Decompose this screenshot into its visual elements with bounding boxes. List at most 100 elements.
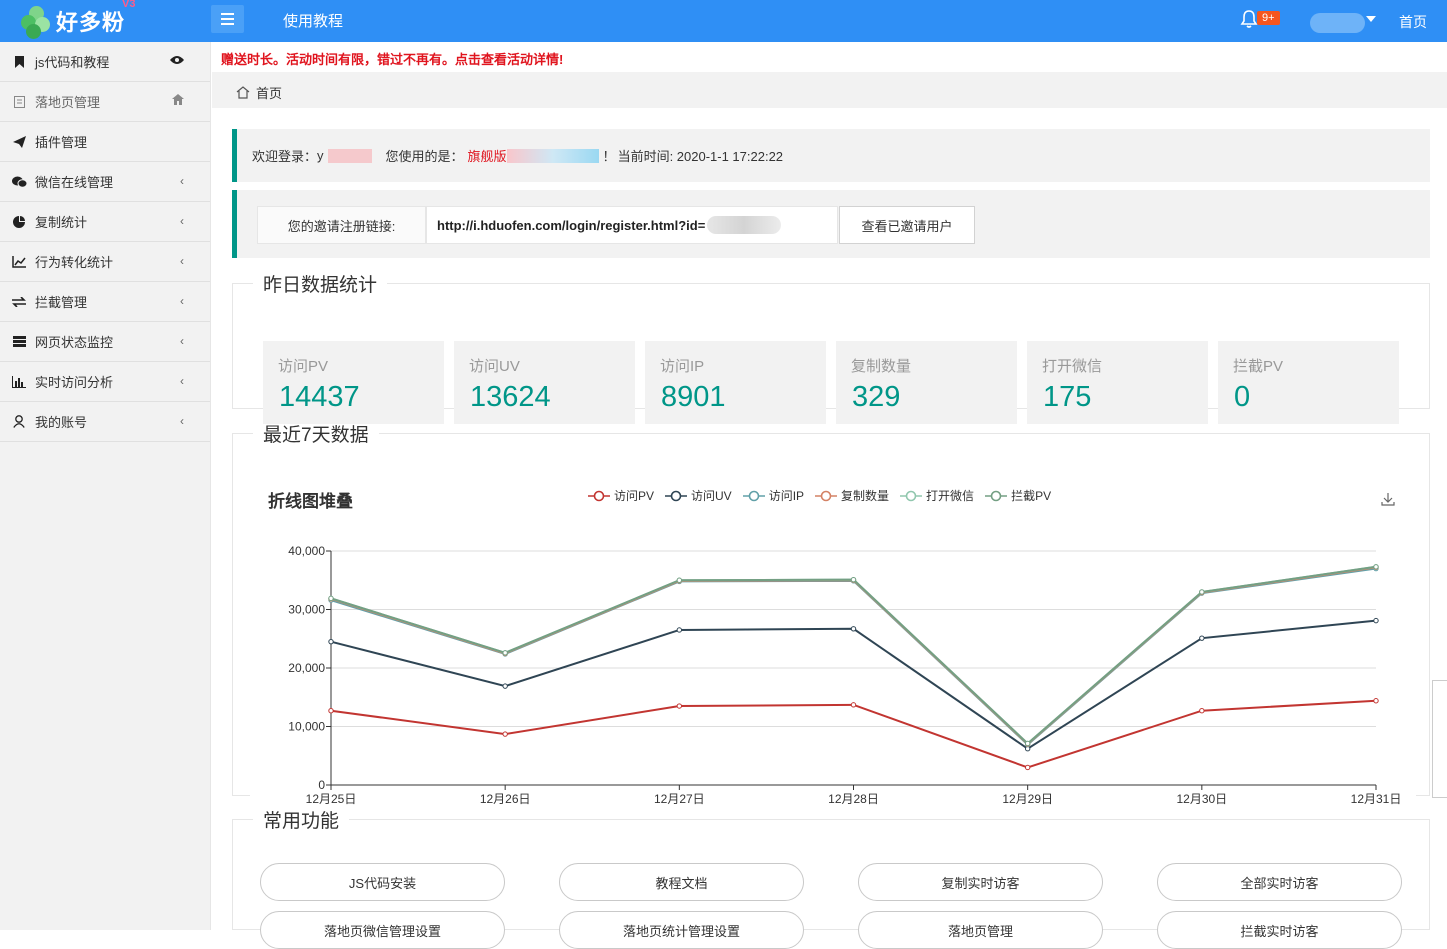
y-tick-label: 30,000 (288, 603, 325, 617)
legend-item[interactable]: 拦截PV (985, 487, 1051, 504)
data-point (676, 577, 683, 583)
stat-card-copies: 复制数量 329 (836, 341, 1017, 424)
stat-label: 访问IP (660, 358, 705, 375)
legend-label: 访问UV (691, 489, 732, 503)
legend-line-marker (665, 490, 688, 501)
legend-item[interactable]: 复制数量 (815, 487, 889, 504)
legend-line-marker (742, 490, 765, 501)
stat-value: 329 (852, 381, 901, 413)
promo-notice-link[interactable]: 赠送时长。活动时间有限，错过不再有。点击查看活动详情! (221, 49, 563, 68)
sidebar-item-landing-page[interactable]: 落地页管理 (0, 82, 210, 122)
legend-label: 访问PV (614, 489, 655, 503)
chevron-left-icon[interactable]: ‹ (180, 254, 184, 268)
data-point (850, 577, 857, 583)
data-point (1199, 589, 1205, 595)
y-tick-label: 40,000 (288, 544, 325, 558)
bell-icon[interactable] (1240, 9, 1258, 29)
sidebar-item-account[interactable]: 我的账号 ‹ (0, 402, 210, 442)
breadcrumb-bar (212, 72, 1447, 108)
chevron-left-icon[interactable]: ‹ (180, 334, 184, 348)
caret-down-icon[interactable] (1366, 16, 1376, 22)
x-tick-label: 12月28日 (828, 792, 879, 806)
intercept-realtime-visitors-button[interactable]: 拦截实时访客 (1157, 911, 1402, 949)
sidebar-item-realtime[interactable]: 实时访问分析 ‹ (0, 362, 210, 402)
stat-value: 175 (1043, 381, 1092, 413)
view-invited-users-button[interactable]: 查看已邀请用户 (839, 206, 975, 244)
data-point (328, 595, 334, 602)
data-point (850, 578, 857, 584)
x-tick-label: 12月30日 (1176, 792, 1227, 806)
chevron-left-icon[interactable]: ‹ (180, 374, 184, 388)
landing-page-manage-button[interactable]: 落地页管理 (858, 911, 1103, 949)
sidebar-item-wechat[interactable]: 微信在线管理 ‹ (0, 162, 210, 202)
data-point (1373, 698, 1379, 704)
js-code-install-button[interactable]: JS代码安装 (260, 863, 505, 901)
top-bar: 好多粉 V3 使用教程 9+ 首页 (0, 0, 1447, 42)
data-point (1024, 764, 1031, 771)
invite-link-field[interactable]: http://i.hduofen.com/login/register.html… (426, 206, 838, 244)
data-point (676, 578, 683, 584)
sidebar-item-label: 微信在线管理 (35, 175, 114, 190)
data-point (1373, 565, 1379, 572)
series-line-5 (330, 565, 1377, 745)
sidebar-item-conversion[interactable]: 行为转化统计 ‹ (0, 242, 210, 282)
stat-label: 访问UV (469, 358, 520, 375)
y-tick-label: 20,000 (288, 661, 325, 675)
chevron-left-icon[interactable]: ‹ (180, 414, 184, 428)
x-tick-label: 12月26日 (480, 792, 531, 806)
series-line-1 (330, 699, 1377, 769)
download-icon[interactable] (1381, 492, 1395, 506)
landing-wechat-settings-button[interactable]: 落地页微信管理设置 (260, 911, 505, 949)
sidebar-item-plugins[interactable]: 插件管理 (0, 122, 210, 162)
legend-item[interactable]: 访问IP (742, 487, 804, 504)
legend-item[interactable]: 打开微信 (900, 487, 974, 504)
floating-side-widget[interactable] (1432, 680, 1447, 798)
sidebar-item-label: 复制统计 (35, 215, 88, 230)
sidebar-item-label: 拦截管理 (35, 295, 88, 310)
home-link[interactable]: 首页 (1399, 12, 1427, 32)
sidebar-item-label: 落地页管理 (35, 95, 101, 110)
legend-label: 复制数量 (841, 489, 890, 503)
data-point (1199, 708, 1205, 714)
data-point (676, 627, 683, 633)
tutorial-docs-button[interactable]: 教程文档 (559, 863, 804, 901)
sidebar-item-monitor[interactable]: 网页状态监控 ‹ (0, 322, 210, 362)
data-point (850, 576, 857, 583)
chevron-left-icon[interactable]: ‹ (180, 294, 184, 308)
legend-item[interactable]: 访问PV (588, 487, 654, 504)
sidebar-item-js-code[interactable]: js代码和教程 (0, 42, 210, 82)
legend-item[interactable]: 访问UV (665, 487, 732, 504)
common-functions-section: 常用功能 JS代码安装 教程文档 复制实时访客 全部实时访客 落地页微信管理设置… (232, 806, 1430, 949)
data-point (1199, 635, 1205, 641)
data-point (676, 577, 683, 583)
user-menu[interactable] (1310, 13, 1365, 33)
menu-toggle-icon[interactable] (211, 5, 244, 33)
top-nav-title[interactable]: 使用教程 (283, 10, 343, 31)
breadcrumb-home[interactable]: 首页 (256, 83, 282, 102)
version-label: 您使用的是： (385, 149, 464, 164)
data-point (1024, 741, 1031, 747)
landing-stats-settings-button[interactable]: 落地页统计管理设置 (559, 911, 804, 949)
section-title: 最近7天数据 (263, 425, 369, 446)
stat-card-pv: 访问PV 14437 (263, 341, 444, 424)
section-title: 昨日数据统计 (263, 275, 378, 296)
eye-icon[interactable] (170, 54, 184, 68)
chart-container: 折线图堆叠 访问PV 访问UV 访问IP 复制数量 打开微信 拦截PV 0 10,000 20… (250, 473, 1416, 813)
home-icon[interactable] (172, 94, 184, 108)
data-point (850, 576, 857, 583)
sidebar-item-copy-stats[interactable]: 复制统计 ‹ (0, 202, 210, 242)
chevron-left-icon[interactable]: ‹ (180, 174, 184, 188)
logo[interactable]: 好多粉 (20, 0, 125, 42)
bookmark-icon (11, 55, 27, 69)
data-point (502, 731, 508, 737)
all-realtime-visitors-button[interactable]: 全部实时访客 (1157, 863, 1402, 901)
sidebar-item-intercept[interactable]: 拦截管理 ‹ (0, 282, 210, 322)
page-icon (11, 95, 27, 109)
copy-realtime-visitors-button[interactable]: 复制实时访客 (858, 863, 1103, 901)
chevron-left-icon[interactable]: ‹ (180, 214, 184, 228)
data-point (1024, 740, 1031, 747)
stat-value: 8901 (661, 381, 726, 413)
section-title: 常用功能 (263, 811, 340, 832)
sidebar-item-label: 我的账号 (35, 415, 88, 430)
line-chart: 0 10,000 20,000 30,000 40,000 12月25日 12月26日 12月… (288, 544, 1401, 806)
